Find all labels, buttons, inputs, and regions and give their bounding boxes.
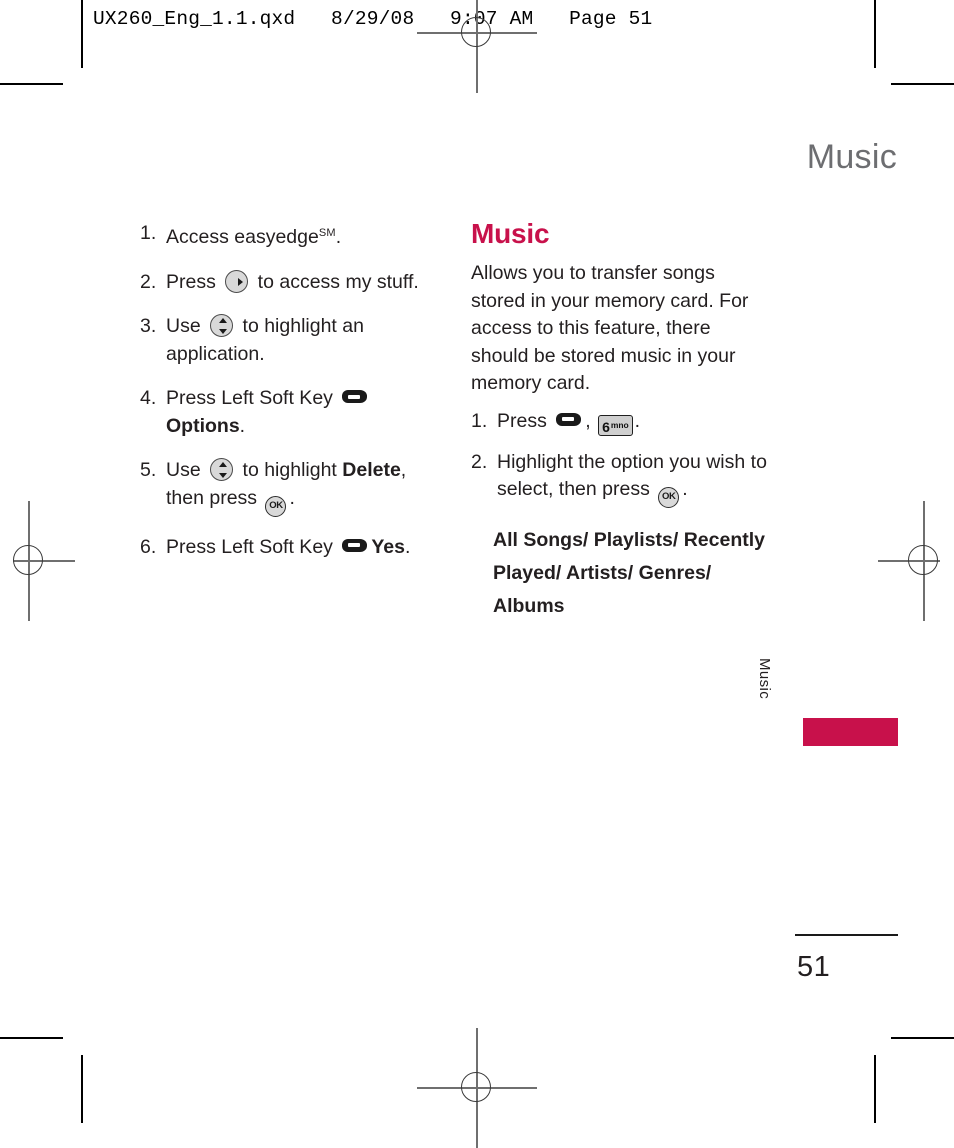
- step-emphasis: Yes: [371, 535, 405, 558]
- section-description: Allows you to transfer songs stored in y…: [471, 262, 749, 394]
- right-column: Music Allows you to transfer songs store…: [471, 218, 771, 633]
- step-number: 5.: [140, 459, 157, 481]
- crop-mark-top-right-vertical: [874, 0, 876, 68]
- side-tab-label: Music: [756, 658, 773, 700]
- left-steps-list: 1. Access easyedgeSM. 2. Press to access m…: [140, 220, 440, 561]
- step-text: Access easyedge: [166, 226, 319, 248]
- registration-circle: [461, 17, 491, 47]
- step-text: Highlight the option you wish to select,…: [497, 450, 767, 501]
- list-item: 1. Press , 6mno.: [471, 408, 771, 436]
- left-soft-key-icon: [342, 538, 368, 552]
- triangle-down-glyph: [218, 328, 227, 334]
- step-text-tail: .: [404, 535, 411, 558]
- step-text-tail: .: [239, 414, 246, 437]
- step-emphasis: Delete: [342, 459, 401, 481]
- page-number: 51: [797, 951, 831, 983]
- step-number: 1.: [471, 409, 488, 432]
- step-number: 4.: [140, 387, 157, 409]
- ok-key-icon: OK: [265, 495, 287, 517]
- step-text: Press Left Soft Key: [166, 535, 339, 558]
- triangle-down-glyph: [218, 472, 227, 478]
- step-text-tail: to access my stuff.: [252, 270, 419, 293]
- step-text: Use: [166, 459, 207, 481]
- section-title: Music: [471, 218, 550, 249]
- step-text: Press: [166, 270, 222, 293]
- step-text-tail: .: [682, 478, 688, 500]
- triangle-right-glyph: [238, 277, 244, 286]
- registration-circle: [908, 545, 938, 575]
- list-item: 6. Press Left Soft Key Yes.: [140, 534, 440, 562]
- number-key-6-icon: 6mno: [598, 414, 633, 436]
- number-key-digit: 6: [602, 418, 610, 435]
- folio-rule: [795, 934, 898, 936]
- music-options-list: All Songs/ Playlists/ Recently Played/ A…: [493, 529, 766, 617]
- step-text-mid: to highlight: [237, 459, 343, 481]
- nav-right-key-icon: [225, 269, 249, 293]
- step-text: Press Left Soft Key: [166, 387, 339, 409]
- triangle-up-glyph: [218, 461, 227, 467]
- nav-updown-key-icon: [210, 314, 234, 337]
- list-item: 2. Highlight the option you wish to selec…: [471, 449, 771, 508]
- list-item: 1. Access easyedgeSM.: [140, 220, 440, 252]
- step-text-mid: ,: [585, 409, 597, 432]
- page-running-head: Music: [806, 138, 897, 176]
- crop-mark-top-left-horizontal: [0, 83, 63, 85]
- list-item: 4. Press Left Soft Key Options.: [140, 385, 440, 440]
- step-text-tail: .: [335, 226, 342, 248]
- step-text: Use: [166, 315, 207, 337]
- left-column: 1. Access easyedgeSM. 2. Press to access m…: [140, 220, 440, 561]
- list-item: 3. Use to highlight an application.: [140, 313, 440, 368]
- nav-updown-key-icon: [210, 458, 234, 481]
- service-mark: SM: [318, 227, 336, 239]
- step-number: 2.: [471, 450, 488, 473]
- step-number: 6.: [140, 535, 157, 558]
- step-number: 3.: [140, 315, 157, 337]
- step-text-tail: .: [634, 409, 640, 432]
- crop-mark-bottom-left-vertical: [81, 1055, 83, 1123]
- crop-mark-bottom-left-horizontal: [0, 1037, 63, 1039]
- registration-circle: [461, 1072, 491, 1102]
- registration-circle: [13, 545, 43, 575]
- triangle-up-glyph: [218, 317, 227, 323]
- left-soft-key-icon: [556, 412, 582, 426]
- crop-mark-top-right-horizontal: [891, 83, 954, 85]
- ok-key-icon: OK: [658, 487, 680, 508]
- step-text: Press: [497, 409, 553, 432]
- left-soft-key-icon: [342, 390, 368, 403]
- crop-mark-bottom-right-horizontal: [891, 1037, 954, 1039]
- step-text-tail: .: [289, 486, 295, 509]
- print-job-header: UX260_Eng_1.1.qxd 8/29/08 9:07 AM Page 5…: [93, 8, 653, 30]
- number-key-letters: mno: [610, 419, 629, 430]
- step-number: 1.: [140, 222, 157, 244]
- list-item: 2. Press to access my stuff.: [140, 269, 440, 297]
- side-tab-accent-bar: [803, 718, 898, 746]
- list-item: 5. Use to highlight Delete, then press OK…: [140, 457, 440, 517]
- crop-mark-bottom-right-vertical: [874, 1055, 876, 1123]
- step-emphasis: Options: [166, 414, 240, 437]
- right-steps-list: 1. Press , 6mno. 2. Highlight the option y…: [471, 408, 771, 508]
- step-number: 2.: [140, 270, 157, 293]
- crop-mark-top-left-vertical: [81, 0, 83, 68]
